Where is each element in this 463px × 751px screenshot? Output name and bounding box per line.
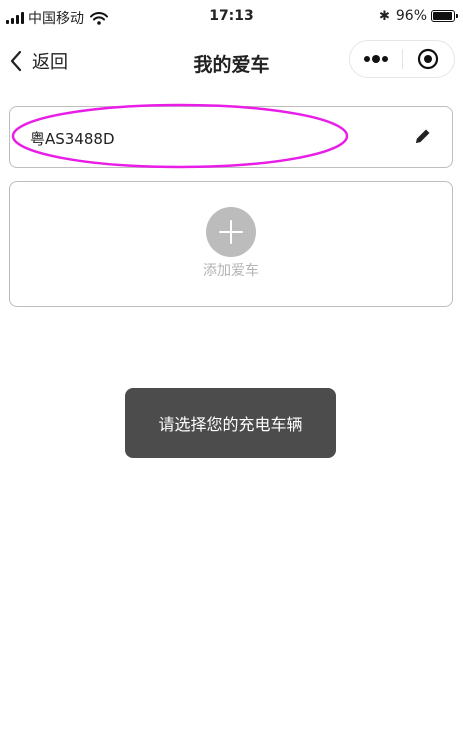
plus-icon[interactable] — [206, 207, 256, 257]
add-car-label: 添加爱车 — [203, 263, 259, 279]
more-button[interactable] — [350, 41, 402, 77]
car-card[interactable]: 粤AS3488D — [9, 106, 453, 168]
toast-text: 请选择您的充电车辆 — [158, 415, 303, 434]
nav-bar: 返回 我的爱车 — [0, 36, 463, 88]
target-icon — [418, 48, 439, 70]
more-icon — [363, 55, 388, 63]
add-car-card[interactable]: 添加爱车 — [9, 181, 453, 307]
close-mini-program-button[interactable] — [403, 41, 455, 77]
pencil-icon[interactable] — [414, 127, 432, 145]
bluetooth-icon: ✱ — [378, 8, 390, 24]
status-bar: 中国移动 17:13 ✱ 96% — [0, 0, 463, 36]
battery-fill — [433, 12, 453, 20]
status-right: ✱ 96% — [378, 8, 458, 24]
license-plate: 粤AS3488D — [30, 130, 115, 148]
toast-message: 请选择您的充电车辆 — [125, 388, 336, 458]
mini-program-capsule — [349, 40, 455, 78]
battery-icon — [431, 10, 458, 22]
battery-percent: 96% — [395, 8, 427, 24]
